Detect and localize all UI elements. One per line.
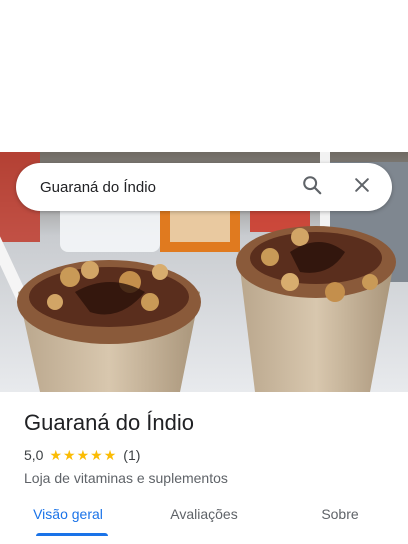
place-info: Guaraná do Índio 5,0 ★ ★ ★ ★ ★ (1) Loja … <box>24 410 394 486</box>
rating-row[interactable]: 5,0 ★ ★ ★ ★ ★ (1) <box>24 446 394 464</box>
search-bar[interactable]: Guaraná do Índio <box>16 163 392 211</box>
search-query-text[interactable]: Guaraná do Índio <box>40 179 294 196</box>
blank-top-area <box>0 0 408 152</box>
search-button[interactable] <box>294 169 330 205</box>
star-icon: ★ <box>63 447 76 463</box>
tab-overview[interactable]: Visão geral <box>0 494 136 544</box>
rating-stars: ★ ★ ★ ★ ★ <box>49 448 117 462</box>
star-icon: ★ <box>76 447 90 463</box>
tab-reviews[interactable]: Avaliações <box>136 494 272 544</box>
active-tab-indicator <box>36 533 108 536</box>
star-icon: ★ <box>49 447 63 463</box>
star-icon: ★ <box>103 447 117 463</box>
tab-label: Visão geral <box>33 506 103 522</box>
rating-value: 5,0 <box>24 447 44 463</box>
place-tabs: Visão geral Avaliações Sobre <box>0 494 408 544</box>
tab-about[interactable]: Sobre <box>272 494 408 544</box>
tab-label: Avaliações <box>170 506 238 522</box>
star-icon: ★ <box>90 447 103 463</box>
place-title: Guaraná do Índio <box>24 410 195 435</box>
place-category: Loja de vitaminas e suplementos <box>24 470 228 486</box>
search-icon <box>301 174 323 201</box>
tab-label: Sobre <box>321 506 359 522</box>
close-icon <box>352 175 372 200</box>
reviews-count[interactable]: (1) <box>123 447 140 463</box>
clear-search-button[interactable] <box>344 169 380 205</box>
